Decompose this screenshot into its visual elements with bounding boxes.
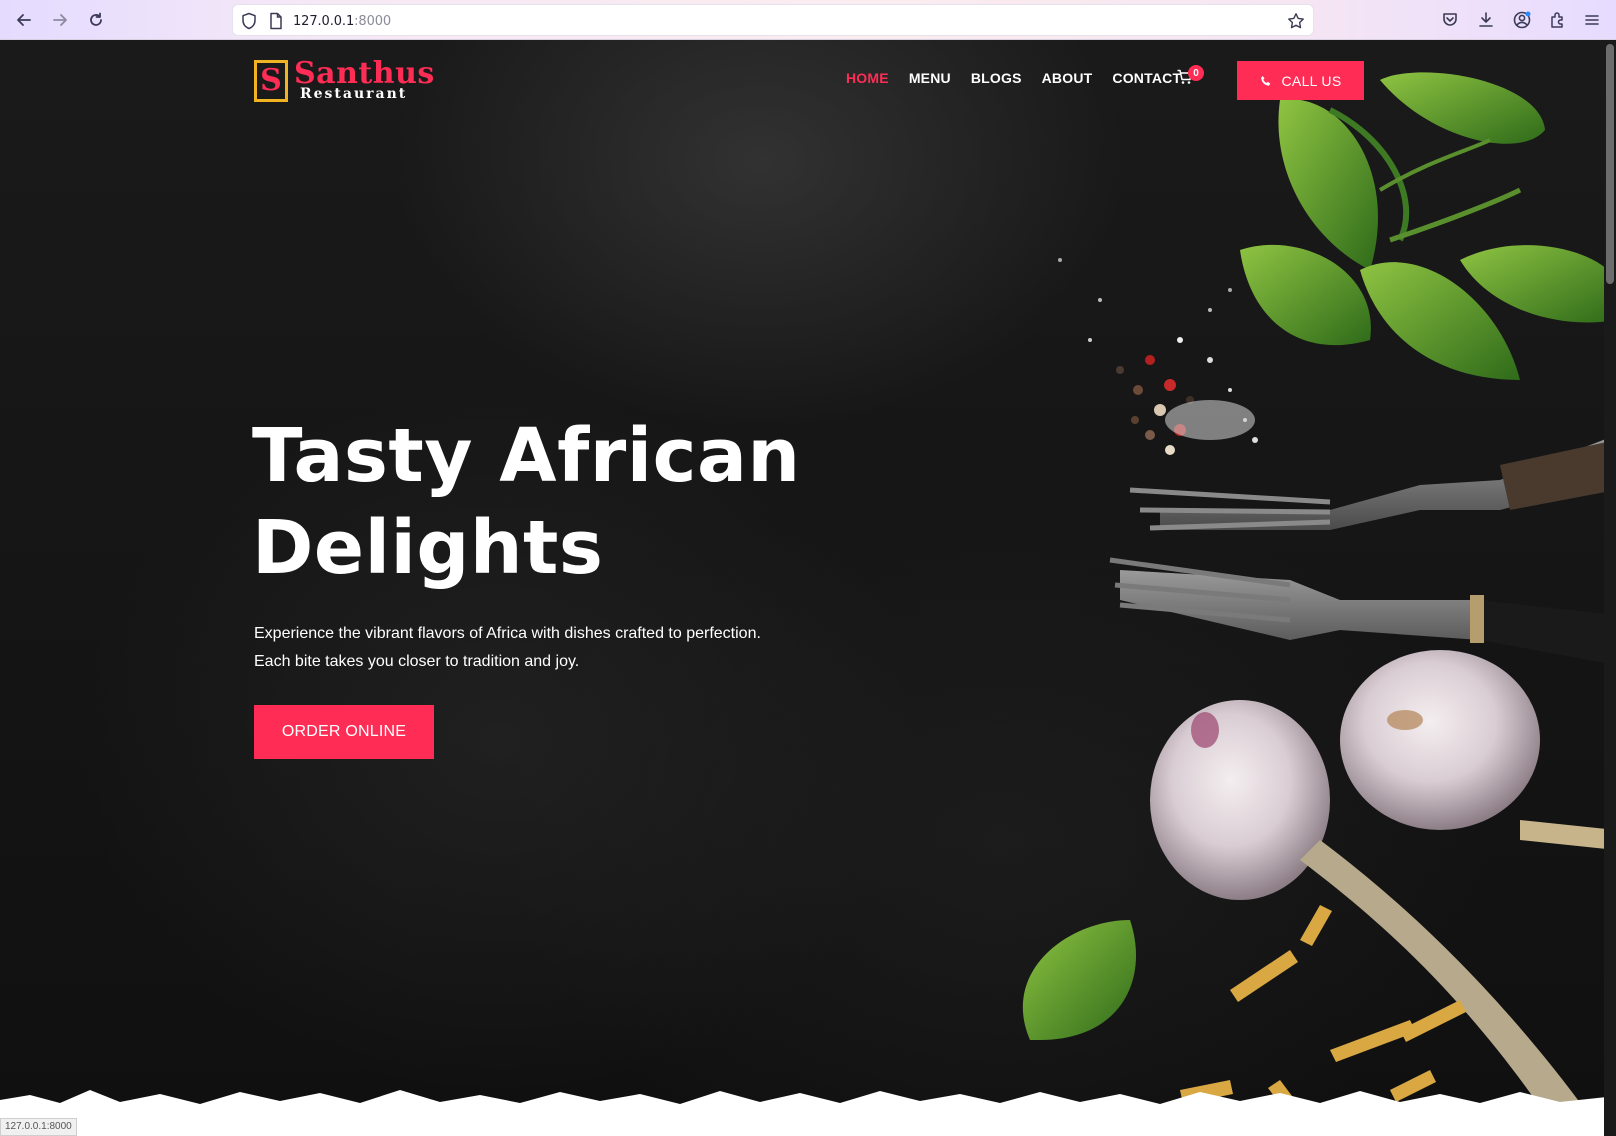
hero-text-line2: Each bite takes you closer to tradition … — [254, 653, 580, 670]
reload-icon — [90, 12, 102, 26]
account-icon — [1513, 11, 1531, 29]
hero-description: Experience the vibrant flavors of Africa… — [254, 620, 814, 676]
cart-count-badge: 0 — [1188, 65, 1204, 81]
download-icon — [1479, 12, 1493, 27]
hero-title-line2: Delights — [252, 505, 604, 591]
extensions-icon — [1551, 12, 1563, 28]
phone-icon — [1260, 75, 1270, 86]
forward-arrow-icon — [53, 14, 67, 26]
cart-button[interactable]: 0 — [1176, 65, 1204, 88]
address-bar[interactable]: 127.0.0.1:8000 — [232, 4, 1314, 36]
basil-leaf-bottom — [1022, 920, 1136, 1040]
call-us-label: CALL US — [1281, 72, 1342, 89]
forward-button[interactable] — [48, 8, 72, 32]
menu-icon — [1585, 15, 1599, 25]
basil-leaves — [1240, 72, 1616, 380]
url-text[interactable]: 127.0.0.1:8000 — [293, 14, 391, 29]
nav-menu[interactable]: MENU — [909, 70, 951, 86]
torn-paper-edge — [0, 1090, 1616, 1136]
extensions-button[interactable] — [1546, 8, 1570, 32]
pocket-button[interactable] — [1438, 8, 1462, 32]
forks — [1109, 435, 1616, 665]
main-nav: HOME MENU BLOGS ABOUT CONTACT — [846, 70, 1201, 86]
order-online-button[interactable]: ORDER ONLINE — [254, 705, 434, 759]
back-button[interactable] — [12, 8, 36, 32]
app-menu-button[interactable] — [1580, 8, 1604, 32]
pasta — [1160, 905, 1466, 1132]
bookmark-star-icon[interactable] — [1287, 12, 1305, 30]
restaurant-logo[interactable]: S Santhus Restaurant — [254, 56, 434, 104]
page-icon — [270, 12, 282, 30]
hero-text-line1: Experience the vibrant flavors of Africa… — [254, 625, 761, 642]
call-us-button[interactable]: CALL US — [1237, 61, 1364, 100]
garlic — [1150, 650, 1616, 1136]
pocket-icon — [1443, 13, 1457, 26]
nav-home[interactable]: HOME — [846, 70, 889, 86]
downloads-button[interactable] — [1474, 8, 1498, 32]
account-button[interactable] — [1510, 8, 1534, 32]
scrollbar-thumb[interactable] — [1606, 44, 1614, 284]
browser-toolbar: 127.0.0.1:8000 — [0, 0, 1616, 40]
status-url-tooltip: 127.0.0.1:8000 — [0, 1118, 77, 1136]
spices — [1058, 258, 1258, 455]
back-arrow-icon — [17, 14, 31, 26]
hero-title: Tasty African Delights — [252, 410, 812, 594]
logo-subtitle: Restaurant — [300, 86, 408, 102]
nav-about[interactable]: ABOUT — [1042, 70, 1093, 86]
hero-section: S Santhus Restaurant HOME MENU BLOGS ABO… — [0, 40, 1616, 1136]
nav-contact[interactable]: CONTACT — [1112, 70, 1181, 86]
nav-blogs[interactable]: BLOGS — [971, 70, 1022, 86]
logo-mark: S — [254, 60, 288, 102]
reload-button[interactable] — [84, 8, 108, 32]
hero-title-line1: Tasty African — [252, 413, 801, 499]
shield-icon[interactable] — [241, 12, 257, 30]
